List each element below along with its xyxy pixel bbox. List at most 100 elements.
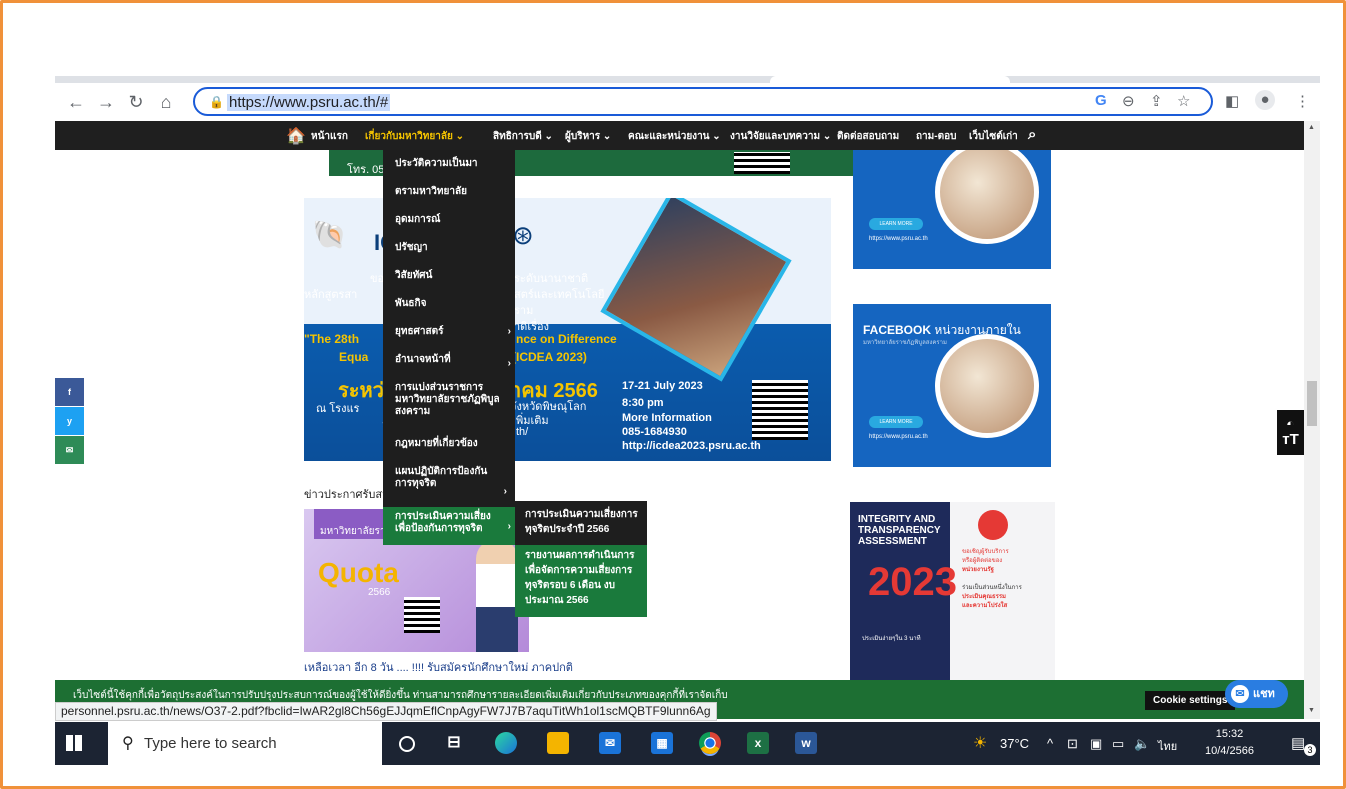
- battery-icon[interactable]: ▭: [1112, 736, 1124, 752]
- ita-2023-banner[interactable]: INTEGRITY AND TRANSPARENCY ASSESSMENT 20…: [850, 502, 1055, 680]
- banner-more-info: More Information: [622, 412, 712, 424]
- sidebar-card-1[interactable]: LEARN MORE https://www.psru.ac.th: [853, 150, 1051, 269]
- search-icon[interactable]: ⌕: [1028, 126, 1036, 143]
- nav-rector[interactable]: สิทธิการบดี ⌄: [493, 129, 553, 144]
- windows-taskbar: ⚲ Type here to search ⊟ ✉ ▦ x w ☀ 37°C ^…: [55, 722, 1320, 765]
- status-bar-url: personnel.psru.ac.th/news/O37-2.pdf?fbcl…: [55, 702, 717, 721]
- share-email-button[interactable]: ✉: [55, 436, 84, 464]
- store-icon[interactable]: ▦: [651, 732, 673, 754]
- ita-title: INTEGRITY AND TRANSPARENCY ASSESSMENT: [858, 514, 941, 547]
- menu-item-philosophy[interactable]: ปรัชญา: [383, 242, 515, 254]
- sidebar-card-facebook[interactable]: FACEBOOK หน่วยงานภายใน มหาวิทยาลัยราชภัฏ…: [853, 304, 1051, 467]
- chevron-right-icon: ›: [507, 521, 511, 532]
- scroll-thumb[interactable]: [1307, 381, 1317, 426]
- notification-count: 3: [1304, 744, 1316, 756]
- taskbar-search-box[interactable]: ⚲ Type here to search: [108, 722, 382, 765]
- language-indicator[interactable]: ไทย: [1158, 737, 1177, 755]
- mail-icon[interactable]: ✉: [599, 732, 621, 754]
- home-icon[interactable]: ⌂: [155, 91, 177, 113]
- nav-old-website[interactable]: เว็บไซต์เก่า: [969, 129, 1018, 144]
- nav-about[interactable]: เกี่ยวกับมหาวิทยาลัย ⌄: [365, 129, 464, 144]
- windows-start-icon[interactable]: [66, 735, 82, 751]
- banner-title-c: Equa: [339, 350, 369, 364]
- active-tab[interactable]: [770, 76, 1010, 83]
- page-scrollbar[interactable]: ▲ ▼: [1304, 121, 1320, 719]
- news-headline-link[interactable]: เหลือเวลา อีก 8 วัน .... !!!! รับสมัครนั…: [304, 658, 573, 676]
- address-bar[interactable]: 🔒 https://www.psru.ac.th/#: [193, 87, 1213, 116]
- menu-item-label: วิสัยทัศน์: [395, 270, 433, 281]
- url-text[interactable]: https://www.psru.ac.th/#: [227, 94, 391, 111]
- cortana-icon[interactable]: [399, 736, 415, 752]
- weather-temp[interactable]: 37°C: [1000, 736, 1029, 751]
- share-twitter-button[interactable]: y: [55, 407, 84, 435]
- menu-item-label: ปรัชญา: [395, 242, 428, 253]
- nav-contact[interactable]: ติดต่อสอบถาม: [837, 129, 899, 144]
- camera-icon[interactable]: ▣: [1090, 736, 1102, 752]
- task-view-icon[interactable]: ⊟: [443, 732, 465, 754]
- nav-faq[interactable]: ถาม-ตอบ: [916, 129, 956, 144]
- menu-item-authority[interactable]: อำนาจหน้าที่ ›: [383, 354, 515, 369]
- menu-item-anticorruption-plan[interactable]: แผนปฏิบัติการป้องกันการทุจริต ›: [383, 466, 511, 497]
- nav-executives[interactable]: ผู้บริหาร ⌄: [565, 129, 611, 144]
- tray-chevron-icon[interactable]: ^: [1047, 736, 1053, 751]
- scroll-down-icon[interactable]: ▼: [1308, 707, 1315, 714]
- edge-icon[interactable]: [495, 732, 517, 754]
- share-facebook-button[interactable]: f: [55, 378, 84, 406]
- weather-icon[interactable]: ☀: [973, 733, 987, 753]
- submenu-item-risk-2566[interactable]: การประเมินความเสี่ยงการทุจริตประจำปี 256…: [515, 507, 647, 537]
- file-explorer-icon[interactable]: [547, 732, 569, 754]
- chat-label: แชท: [1253, 688, 1275, 700]
- lock-icon[interactable]: 🔒: [209, 95, 224, 109]
- nav-faculties[interactable]: คณะและหน่วยงาน ⌄: [628, 129, 721, 144]
- google-icon[interactable]: G: [1095, 92, 1107, 109]
- quota-qr-code: [404, 597, 440, 633]
- menu-item-history[interactable]: ประวัติความเป็นมา: [383, 158, 515, 170]
- clock-time: 15:32: [1215, 728, 1244, 740]
- home-nav-icon[interactable]: 🏠: [286, 126, 306, 146]
- menu-item-emblem[interactable]: ตรามหาวิทยาลัย: [383, 186, 515, 198]
- profile-icon[interactable]: ●: [1255, 90, 1275, 110]
- chat-button[interactable]: ✉ แชท: [1225, 680, 1288, 708]
- site-navigation: 🏠 หน้าแรก เกี่ยวกับมหาวิทยาลัย ⌄ สิทธิกา…: [55, 121, 1304, 150]
- facebook-card-subtitle: มหาวิทยาลัยราชภัฏพิบูลสงคราม: [863, 340, 947, 346]
- menu-item-mission[interactable]: พันธกิจ: [383, 298, 515, 310]
- side-panel-icon[interactable]: ◧: [1225, 92, 1239, 110]
- menu-item-label: การแบ่งส่วนราชการมหาวิทยาลัยราชภัฏพิบูลส…: [395, 382, 500, 417]
- menu-kebab-icon[interactable]: ⋮: [1295, 92, 1310, 110]
- reload-icon[interactable]: ↻: [125, 91, 147, 113]
- chevron-right-icon: ›: [507, 326, 511, 337]
- submenu-item-label: การประเมินความเสี่ยงการทุจริตประจำปี 256…: [525, 509, 638, 535]
- writing-photo: [935, 334, 1039, 438]
- nav-research[interactable]: งานวิจัยและบทความ ⌄: [730, 129, 831, 144]
- chrome-icon[interactable]: [699, 732, 721, 754]
- taskbar-clock[interactable]: 15:32 10/4/2566: [1205, 726, 1254, 760]
- back-icon[interactable]: ←: [65, 91, 87, 113]
- menu-item-organization[interactable]: การแบ่งส่วนราชการมหาวิทยาลัยราชภัฏพิบูลส…: [383, 382, 505, 418]
- word-icon[interactable]: w: [795, 732, 817, 754]
- menu-item-laws[interactable]: กฎหมายที่เกี่ยวข้อง: [383, 438, 515, 450]
- volume-icon[interactable]: 🔈: [1134, 736, 1150, 752]
- menu-item-risk-assessment[interactable]: การประเมินความเสี่ยงเพื่อป้องกันการทุจริ…: [383, 507, 515, 545]
- menu-item-strategy[interactable]: ยุทธศาสตร์ ›: [383, 326, 515, 338]
- bookmark-star-icon[interactable]: ☆: [1177, 92, 1190, 110]
- zoom-icon[interactable]: ⊖: [1122, 92, 1135, 110]
- text-size-icon[interactable]: ᴛT: [1277, 425, 1304, 455]
- ita-pill: ประเมินง่ายๆใน 3 นาที: [858, 632, 925, 644]
- facebook-icon: f: [68, 387, 71, 397]
- forward-icon[interactable]: →: [95, 91, 117, 113]
- cookie-settings-button[interactable]: Cookie settings: [1145, 691, 1236, 710]
- learn-more-button[interactable]: LEARN MORE: [869, 218, 923, 230]
- learn-more-button-2[interactable]: LEARN MORE: [869, 416, 923, 428]
- submenu-item-risk-report[interactable]: รายงานผลการดำเนินการเพื่อจัดการความเสี่ย…: [515, 545, 647, 617]
- nav-home[interactable]: หน้าแรก: [311, 129, 348, 144]
- excel-icon[interactable]: x: [747, 732, 769, 754]
- news-section-label: ข่าวประกาศรับสม: [304, 489, 390, 501]
- university-seal-icon: ⊛: [512, 220, 534, 250]
- scroll-up-icon[interactable]: ▲: [1308, 124, 1315, 131]
- share-icon[interactable]: ⇪: [1150, 92, 1163, 110]
- risk-assessment-submenu: การประเมินความเสี่ยงการทุจริตประจำปี 256…: [515, 501, 647, 617]
- menu-item-vision[interactable]: วิสัยทัศน์: [383, 270, 515, 282]
- menu-item-ideology[interactable]: อุดมการณ์: [383, 214, 515, 226]
- banner-venue-a: ณ โรงแร: [316, 403, 360, 415]
- meet-icon[interactable]: ⊡: [1067, 736, 1078, 752]
